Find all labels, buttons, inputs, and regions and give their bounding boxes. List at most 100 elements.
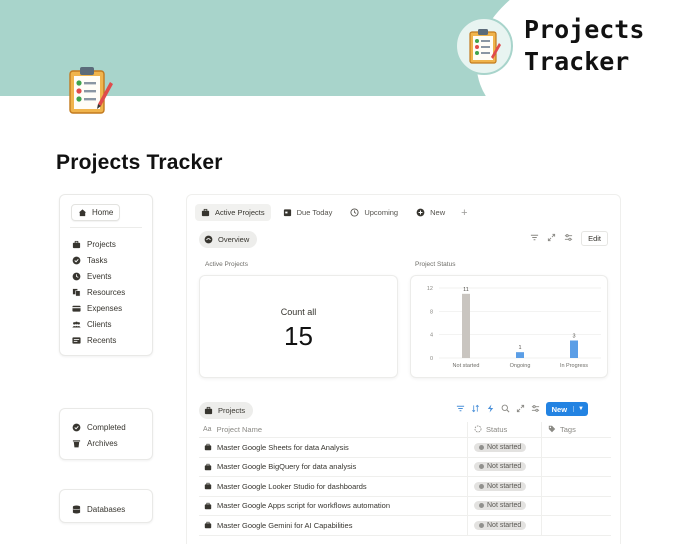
sidebar-item-label: Resources [87,287,126,297]
sidebar-item-archives[interactable]: Archives [70,435,142,451]
inbox-icon [72,336,81,345]
projects-heading[interactable]: Projects [199,402,254,419]
column-header-status[interactable]: Status [467,422,541,437]
tab-new[interactable]: New [410,204,451,221]
sidebar-item-resources[interactable]: Resources [70,284,142,300]
overview-heading[interactable]: Overview [199,231,258,248]
table-row[interactable]: Master Google BigQuery for data analysis… [199,457,611,477]
trash-icon [72,439,81,448]
table-row[interactable]: Master Google Apps script for workflows … [199,496,611,516]
edit-button[interactable]: Edit [581,231,608,246]
tab-label: New [430,208,446,217]
x-tick-label: In Progress [560,363,588,369]
sidebar-item-databases[interactable]: Databases [70,501,142,517]
tab-due-today[interactable]: Due Today [277,204,339,221]
column-header-name[interactable]: Aa Project Name [199,425,467,434]
home-button[interactable]: Home [71,204,121,221]
sidebar-item-label: Completed [87,422,126,432]
status-cell[interactable]: Not started [467,477,541,496]
filter-icon[interactable] [456,404,465,415]
briefcase-icon [201,208,210,217]
sidebar-item-completed[interactable]: Completed [70,419,142,435]
tags-cell[interactable] [541,438,611,457]
automation-icon[interactable] [486,403,495,415]
settings-icon[interactable] [531,404,540,415]
home-icon [78,208,87,217]
column-header-tags[interactable]: Tags [541,422,611,437]
project-name-cell[interactable]: Master Google Sheets for data Analysis [199,443,467,452]
project-status-chart: 0 4 8 12 11 Not started 1 Ongoing 3 In Progress [427,286,601,369]
count-value: 15 [284,321,313,351]
filter-icon[interactable] [530,233,539,244]
sidebar-item-events[interactable]: Events [70,268,142,284]
status-type-icon [474,425,482,435]
project-status-chart-panel[interactable]: 0 4 8 12 11 Not started 1 Ongoing 3 In Progress [410,275,608,378]
tags-cell[interactable] [541,516,611,535]
status-cell[interactable]: Not started [467,516,541,535]
status-text: Not started [487,443,522,451]
project-name-cell[interactable]: Master Google Gemini for AI Capabilities [199,521,467,530]
status-text: Not started [487,502,522,510]
sidebar-item-label: Recents [87,335,117,345]
new-button[interactable]: New ▼ [545,402,588,416]
bar[interactable] [462,293,470,358]
chevron-down-icon[interactable]: ▼ [573,406,588,412]
project-name-cell[interactable]: Master Google BigQuery for data analysis [199,462,467,471]
sidebar-item-label: Archives [87,438,118,448]
column-label: Tags [560,425,576,434]
project-name-cell[interactable]: Master Google Apps script for workflows … [199,501,467,510]
tags-cell[interactable] [541,496,611,515]
settings-icon[interactable] [564,233,573,244]
tags-cell[interactable] [541,457,611,476]
bar[interactable] [516,352,524,358]
page-title: Projects Tracker [56,151,223,174]
briefcase-icon [203,462,212,471]
page-icon[interactable] [66,64,116,116]
calendar-icon [283,208,292,217]
projects-table: Aa Project Name Status Tags Master Googl… [199,422,611,536]
briefcase-icon [72,240,81,249]
x-tick-label: Not started [453,363,480,369]
expand-icon[interactable] [547,233,556,244]
sidebar-item-expenses[interactable]: Expenses [70,300,142,316]
sort-icon[interactable] [471,404,480,415]
card-icon [72,304,81,313]
status-cell[interactable]: Not started [467,457,541,476]
divider [70,227,142,228]
sidebar-item-projects[interactable]: Projects [70,236,142,252]
y-tick-label: 8 [430,309,433,315]
column-label: Status [486,425,508,434]
project-name: Master Google BigQuery for data analysis [217,462,357,472]
project-name-cell[interactable]: Master Google Looker Studio for dashboar… [199,482,467,491]
y-tick-label: 12 [427,286,433,292]
sidebar-item-label: Tasks [87,255,108,265]
search-icon[interactable] [501,404,510,415]
sidebar-item-label: Clients [87,319,112,329]
table-row[interactable]: Master Google Looker Studio for dashboar… [199,477,611,497]
count-panel[interactable]: Count all 15 [199,275,398,378]
overview-toolbar: Edit [530,231,608,246]
briefcase-icon [203,482,212,491]
sidebar-item-tasks[interactable]: Tasks [70,252,142,268]
expand-icon[interactable] [516,404,525,415]
status-cell[interactable]: Not started [467,438,541,457]
tab-upcoming[interactable]: Upcoming [344,204,404,221]
status-cell[interactable]: Not started [467,496,541,515]
tags-cell[interactable] [541,477,611,496]
sidebar-item-recents[interactable]: Recents [70,332,142,348]
table-row[interactable]: Master Google Sheets for data Analysis No… [199,438,611,458]
sidebar-secondary-card: Completed Archives [59,408,153,460]
check-badge-icon [72,423,81,432]
bar[interactable] [570,340,578,359]
table-row[interactable]: Master Google Gemini for AI Capabilities… [199,516,611,536]
sidebar-item-clients[interactable]: Clients [70,316,142,332]
status-dot [479,444,484,450]
view-tabs: Active Projects Due Today Upcoming New + [195,204,472,221]
tab-active-projects[interactable]: Active Projects [195,204,271,221]
status-dot [479,522,484,528]
add-view-button[interactable]: + [457,207,471,219]
data-label: 11 [463,287,469,293]
status-text: Not started [487,521,522,529]
data-label: 3 [572,334,575,340]
project-name: Master Google Gemini for AI Capabilities [217,520,353,530]
